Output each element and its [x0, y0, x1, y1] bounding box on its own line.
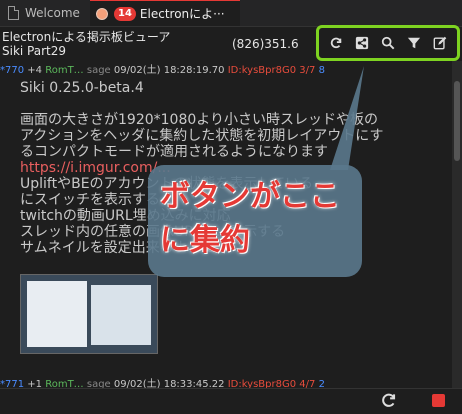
status-bar [0, 388, 462, 414]
callout-overlay: ボタンがここ に集約 [148, 165, 362, 277]
reload-icon[interactable] [380, 391, 400, 411]
scrollbar-thumb[interactable] [454, 81, 460, 161]
stop-icon[interactable] [432, 394, 445, 407]
callout-line2: に集約 [160, 223, 250, 258]
callout-text: ボタンがここ に集約 [160, 175, 340, 263]
scrollbar[interactable] [452, 61, 462, 401]
callout-line1: ボタンがここ [160, 179, 340, 214]
